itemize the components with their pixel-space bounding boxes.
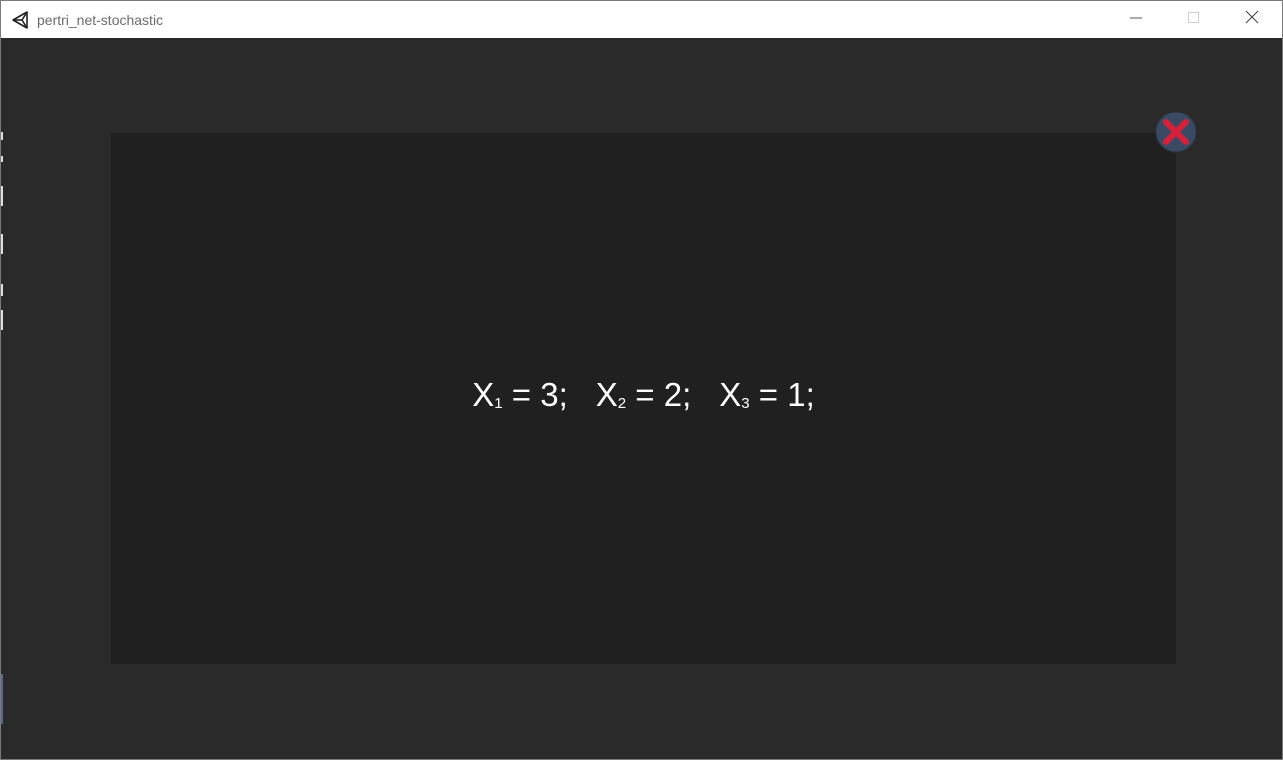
marking-term-1: X1 = 3; bbox=[472, 376, 568, 414]
term-value: = 2; bbox=[626, 376, 692, 413]
term-value: = 3; bbox=[502, 376, 568, 413]
close-window-button[interactable] bbox=[1223, 1, 1281, 38]
result-panel: X1 = 3; X2 = 2; X3 = 1; bbox=[111, 133, 1176, 664]
close-icon bbox=[1245, 10, 1259, 29]
game-viewport: X1 = 3; X2 = 2; X3 = 1; bbox=[2, 38, 1282, 759]
unity-logo-icon bbox=[11, 10, 31, 30]
marking-formula: X1 = 3; X2 = 2; X3 = 1; bbox=[111, 376, 1176, 414]
term-subscript: 3 bbox=[741, 395, 750, 412]
window-title: pertri_net-stochastic bbox=[37, 12, 164, 28]
term-variable: X bbox=[719, 376, 742, 413]
close-panel-button[interactable] bbox=[1155, 111, 1197, 153]
left-edge-marks bbox=[1, 132, 3, 724]
maximize-icon bbox=[1188, 11, 1200, 29]
term-subscript: 1 bbox=[494, 395, 503, 412]
title-bar[interactable]: pertri_net-stochastic bbox=[1, 1, 1282, 38]
minimize-button[interactable] bbox=[1107, 1, 1165, 38]
marking-term-3: X3 = 1; bbox=[719, 376, 815, 414]
term-variable: X bbox=[472, 376, 495, 413]
maximize-button[interactable] bbox=[1165, 1, 1223, 38]
app-window: pertri_net-stochastic X1 = 3; X2 = 2; X3 =… bbox=[0, 0, 1283, 760]
term-value: = 1; bbox=[749, 376, 815, 413]
red-x-close-icon bbox=[1155, 111, 1197, 157]
marking-term-2: X2 = 2; bbox=[596, 376, 692, 414]
minimize-icon bbox=[1130, 11, 1142, 29]
term-subscript: 2 bbox=[617, 395, 627, 412]
term-variable: X bbox=[595, 376, 618, 413]
